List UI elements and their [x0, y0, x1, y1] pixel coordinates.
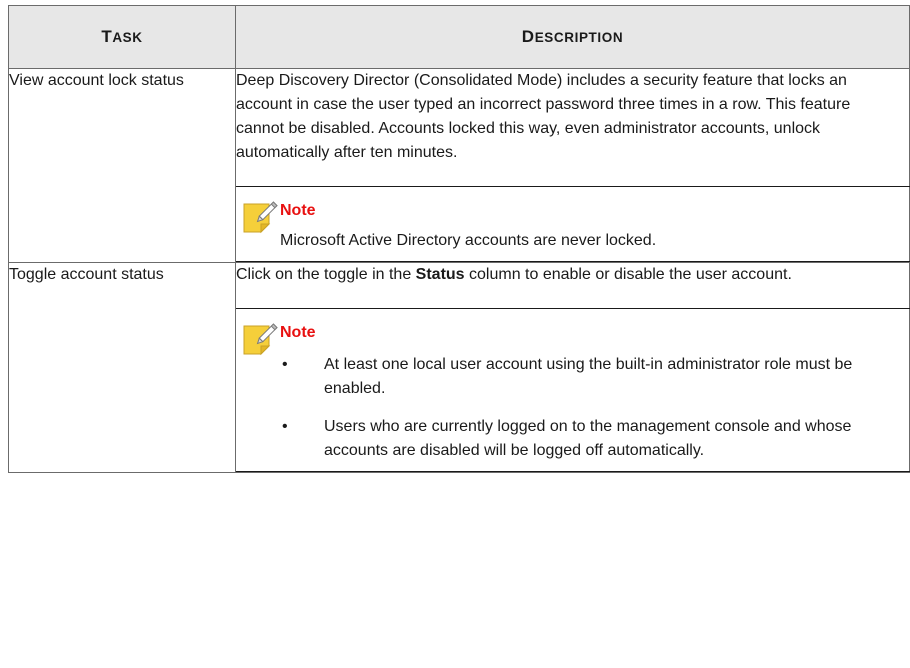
- description-text: Deep Discovery Director (Consolidated Mo…: [236, 72, 851, 161]
- status-column-name: Status: [415, 266, 465, 283]
- task-cell: View account lock status: [8, 68, 236, 263]
- task-label: Toggle account status: [9, 266, 164, 283]
- table-row: Toggle account status Click on the toggl…: [8, 262, 910, 473]
- description-text: Click on the toggle in the Status column…: [236, 266, 792, 283]
- note-bullet-list: • At least one local user account using t…: [280, 353, 910, 471]
- note-pencil-icon: [243, 323, 278, 356]
- task-cell: Toggle account status: [8, 262, 236, 473]
- note-title: Note: [280, 202, 316, 219]
- note-block: Note • At least one local user account us…: [236, 308, 910, 472]
- description-cell: Click on the toggle in the Status column…: [235, 262, 910, 473]
- task-label: View account lock status: [9, 72, 184, 89]
- description-cell: Deep Discovery Director (Consolidated Mo…: [235, 68, 910, 263]
- table-header-row: TASK DESCRIPTION: [8, 5, 910, 69]
- header-task: TASK: [8, 5, 236, 69]
- note-pencil-icon: [243, 201, 278, 234]
- note-block: Note Microsoft Active Directory accounts…: [236, 186, 910, 262]
- header-description: DESCRIPTION: [235, 5, 910, 69]
- note-text: Microsoft Active Directory accounts are …: [280, 232, 657, 249]
- note-title: Note: [280, 324, 316, 341]
- list-item: • Users who are currently logged on to th…: [282, 418, 852, 459]
- table-row: View account lock status Deep Discovery …: [8, 68, 910, 263]
- task-table: TASK DESCRIPTION View account lock statu…: [8, 5, 910, 473]
- list-item: • At least one local user account using t…: [282, 356, 853, 397]
